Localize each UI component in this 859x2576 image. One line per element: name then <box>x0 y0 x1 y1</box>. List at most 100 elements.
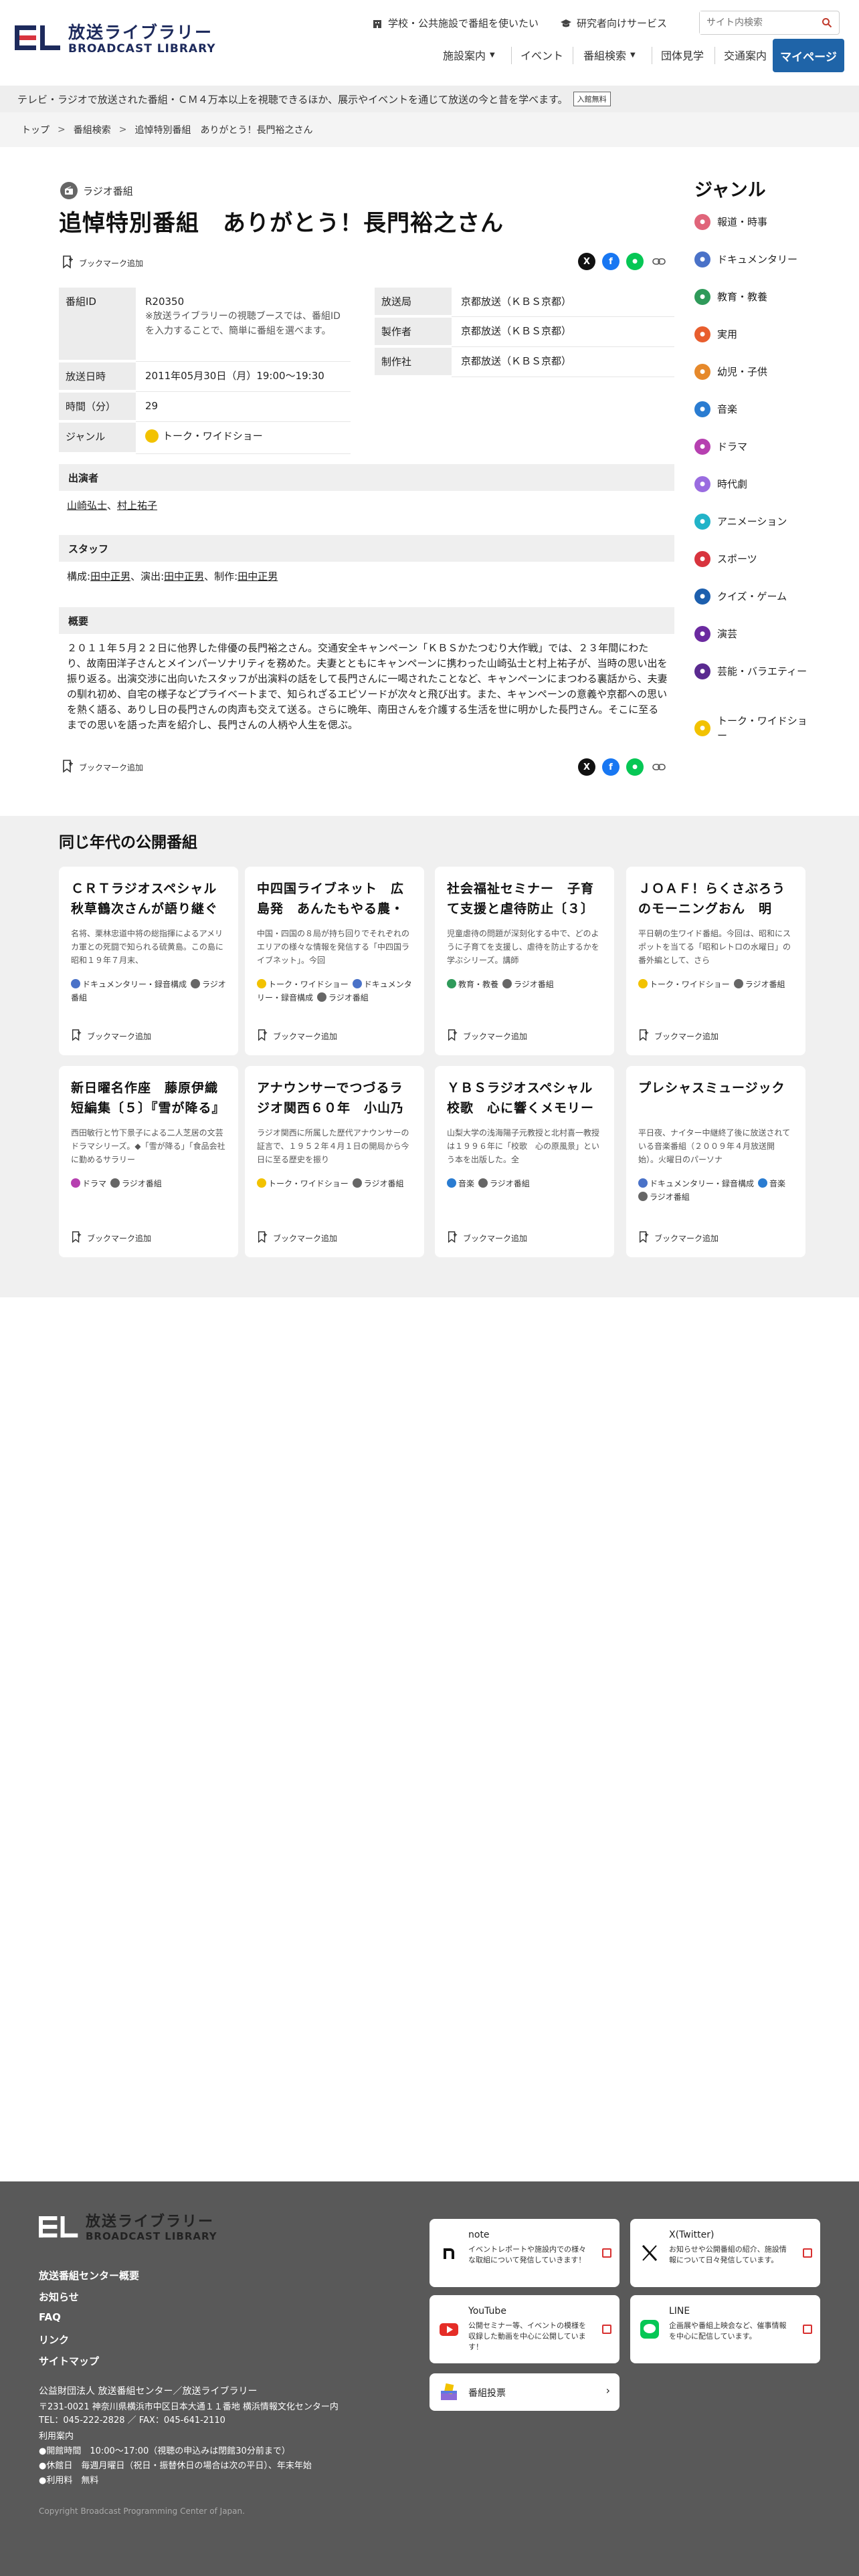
bookmark-add-button[interactable]: ブックマーク追加 <box>71 1029 151 1043</box>
card-title[interactable]: 新日曜名作座 藤原伊織短編集〔５〕『雪が降る』 <box>71 1078 226 1118</box>
search-icon[interactable] <box>822 17 832 31</box>
bookmark-add-button[interactable]: ブックマーク追加 <box>447 1029 527 1043</box>
x-share-icon[interactable]: X <box>578 253 595 270</box>
sns-youtube-card[interactable]: YouTube 公開セミナー等、イベントの模様を収録した動画を中心に公開していま… <box>430 2295 619 2363</box>
bookmark-add-button[interactable]: ブックマーク追加 <box>447 1231 527 1245</box>
footer-link-faq[interactable]: FAQ <box>39 2311 61 2323</box>
card-title[interactable]: ＪＯＡＦ！らくさぶろうのモーニングおん 明 <box>638 879 793 919</box>
footer-link-links[interactable]: リンク <box>39 2333 69 2347</box>
bookmark-add-button[interactable]: ブックマーク追加 <box>638 1029 719 1043</box>
sns-desc: 公開セミナー等、イベントの模様を収録した動画を中心に公開しています！ <box>468 2321 586 2351</box>
bookmark-add-button[interactable]: ブックマーク追加 <box>62 255 143 271</box>
genre-item[interactable]: ● 芸能・バラエティー <box>694 663 815 679</box>
genre-link[interactable]: トーク・ワイドショー <box>145 429 263 443</box>
program-vote-button[interactable]: 番組投票 › <box>430 2373 619 2411</box>
chevron-right-icon: › <box>605 2384 610 2397</box>
bookmark-add-button[interactable]: ブックマーク追加 <box>71 1231 151 1245</box>
genre-icon <box>257 979 266 988</box>
mypage-button[interactable]: マイページ <box>773 39 844 72</box>
related-card[interactable]: ＪＯＡＦ！らくさぶろうのモーニングおん 明平日朝の生ワイド番組。今回は、昭和にス… <box>626 867 805 1055</box>
info-label: 制作社 <box>375 346 452 378</box>
bookmark-label: ブックマーク追加 <box>87 1032 152 1041</box>
breadcrumb-top[interactable]: トップ <box>21 123 50 136</box>
related-card[interactable]: ＣＲＴラジオスペシャル 秋草鶴次さんが語り継ぐ硫黄島名将、栗林忠道中将の総指揮に… <box>59 867 238 1055</box>
genre-icon <box>447 979 456 988</box>
related-card[interactable]: 社会福祉セミナー 子育て支援と虐待防止〔３〕 児童虐待の問題が深刻化する中で、どの… <box>435 867 614 1055</box>
site-logo[interactable]: 放送ライブラリー BROADCAST LIBRARY <box>15 23 216 56</box>
line-share-icon[interactable]: ● <box>626 253 644 270</box>
related-card[interactable]: 中四国ライブネット 広島発 あんたもやる農・広島中国・四国の８局が持ち回りでそれ… <box>245 867 424 1055</box>
genre-item[interactable]: ● 演芸 <box>694 626 737 642</box>
staff-link[interactable]: 田中正男 <box>90 570 130 582</box>
card-genre-label: 音楽 <box>769 1179 786 1188</box>
genre-item[interactable]: ● ドキュメンタリー <box>694 251 797 267</box>
card-genre-tag: ラジオ番組 <box>317 992 369 1002</box>
note-icon <box>439 2243 459 2263</box>
link-copy-icon[interactable] <box>650 758 668 776</box>
x-share-icon[interactable]: X <box>578 758 595 776</box>
bookmark-add-button[interactable]: ブックマーク追加 <box>257 1231 337 1245</box>
bookmark-add-button[interactable]: ブックマーク追加 <box>62 760 143 775</box>
related-card[interactable]: アナウンサーでつづるラジオ関西６０年 小山乃 ラジオ関西に所属した歴代アナウンサー… <box>245 1066 424 1257</box>
footer-logo[interactable]: 放送ライブラリー BROADCAST LIBRARY <box>39 2214 217 2243</box>
genre-item[interactable]: ● スポーツ <box>694 551 757 567</box>
breadcrumb-program-search[interactable]: 番組検索 <box>74 123 111 136</box>
related-card[interactable]: プレシャスミュージック 平日夜、ナイター中継終了後に放送されている音楽番組（２００… <box>626 1066 805 1257</box>
nav-access[interactable]: 交通案内 <box>724 47 767 63</box>
card-genres: トーク・ワイドショー ラジオ番組 <box>257 1177 412 1190</box>
util-link-schools[interactable]: 学校・公共施設で番組を使いたい <box>372 16 539 30</box>
staff-link[interactable]: 田中正男 <box>237 570 278 582</box>
genre-item[interactable]: ● 幼児・子供 <box>694 364 767 380</box>
genre-item[interactable]: ● 音楽 <box>694 401 737 417</box>
card-title[interactable]: ＹＢＳラジオスペシャル 校歌 心に響くメモリー <box>447 1078 602 1118</box>
genre-item[interactable]: ● トーク・ワイドショー <box>694 714 815 743</box>
genre-icon <box>638 1192 648 1201</box>
card-title[interactable]: アナウンサーでつづるラジオ関西６０年 小山乃 <box>257 1078 412 1118</box>
facebook-share-icon[interactable]: f <box>602 758 619 776</box>
nav-program-search[interactable]: 番組検索 ▼ <box>583 47 636 63</box>
sns-line-card[interactable]: LINE 企画展や番組上映会など、催事情報を中心に配信しています。 <box>630 2295 820 2363</box>
related-card[interactable]: ＹＢＳラジオスペシャル 校歌 心に響くメモリー 山梨大学の浅海陽子元教授と北村喜一… <box>435 1066 614 1257</box>
genre-item[interactable]: ● ドラマ <box>694 439 747 455</box>
bookmark-add-button[interactable]: ブックマーク追加 <box>638 1231 719 1245</box>
card-title[interactable]: 中四国ライブネット 広島発 あんたもやる農・広島 <box>257 879 412 919</box>
link-copy-icon[interactable] <box>650 253 668 270</box>
facebook-share-icon[interactable]: f <box>602 253 619 270</box>
nav-facility[interactable]: 施設案内 ▼ <box>443 47 495 63</box>
genre-item[interactable]: ● 時代劇 <box>694 476 747 492</box>
footer-link-about[interactable]: 放送番組センター概要 <box>39 2268 139 2282</box>
bookmark-icon <box>257 1231 268 1245</box>
card-genre-tag: ドキュメンタリー・録音構成 <box>71 979 187 989</box>
sns-x-card[interactable]: X(Twitter) お知らせや公開番組の紹介、施設情報について日々発信していま… <box>630 2219 820 2287</box>
caret-down-icon: ▼ <box>490 51 495 59</box>
nav-group-visit[interactable]: 団体見学 <box>661 47 704 63</box>
nav-divider <box>511 47 512 64</box>
card-genre-tag: トーク・ワイドショー <box>257 1178 349 1188</box>
genre-item[interactable]: ● 報道・時事 <box>694 214 767 230</box>
search-input[interactable] <box>700 11 814 34</box>
related-card[interactable]: 新日曜名作座 藤原伊織短編集〔５〕『雪が降る』 西田敏行と竹下景子による二人芝居の… <box>59 1066 238 1257</box>
cast-link[interactable]: 村上祐子 <box>117 500 157 512</box>
genre-item[interactable]: ● クイズ・ゲーム <box>694 588 787 605</box>
sns-note-card[interactable]: note イベントレポートや施設内での様々な取組について発信していきます！ <box>430 2219 619 2287</box>
info-value: トーク・ワイドショー <box>136 421 351 454</box>
info-row: 番組ID R20350 ※放送ライブラリーの視聴ブースでは、番組IDを入力するこ… <box>59 288 351 362</box>
line-share-icon[interactable]: ● <box>626 758 644 776</box>
genre-item[interactable]: ● 教育・教養 <box>694 289 767 305</box>
util-link-researchers[interactable]: 研究者向けサービス <box>561 16 667 30</box>
bookmark-add-button[interactable]: ブックマーク追加 <box>257 1029 337 1043</box>
nav-event[interactable]: イベント <box>520 47 563 63</box>
genre-item[interactable]: ● アニメーション <box>694 514 787 530</box>
card-title[interactable]: プレシャスミュージック <box>638 1078 793 1118</box>
genre-item[interactable]: ● 実用 <box>694 326 737 342</box>
genre-label: 実用 <box>717 328 738 340</box>
footer-link-news[interactable]: お知らせ <box>39 2290 79 2304</box>
logo-text-jp: 放送ライブラリー <box>68 23 213 42</box>
card-title[interactable]: 社会福祉セミナー 子育て支援と虐待防止〔３〕 <box>447 879 602 919</box>
bookmark-icon <box>638 1029 649 1043</box>
cast-link[interactable]: 山崎弘士 <box>67 500 107 512</box>
staff-link[interactable]: 田中正男 <box>164 570 204 582</box>
footer-link-sitemap[interactable]: サイトマップ <box>39 2354 99 2368</box>
card-genre-tag: 音楽 <box>758 1178 786 1188</box>
card-title[interactable]: ＣＲＴラジオスペシャル 秋草鶴次さんが語り継ぐ硫黄島 <box>71 879 226 919</box>
